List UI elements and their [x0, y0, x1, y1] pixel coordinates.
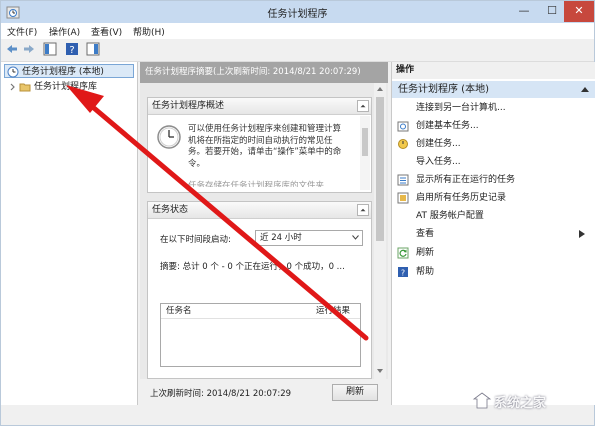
period-select[interactable]: 近 24 小时	[255, 230, 363, 246]
action-at-service-config[interactable]: AT 服务帐户配置	[392, 208, 595, 224]
overview-scrollbar[interactable]	[360, 116, 370, 190]
action-label: 连接到另一台计算机...	[416, 103, 506, 113]
action-label: 帮助	[416, 267, 435, 277]
action-create-basic-task[interactable]: 创建基本任务...	[392, 118, 595, 134]
collapse-up-icon[interactable]	[357, 204, 369, 216]
action-enable-task-history[interactable]: 启用所有任务历史记录	[392, 190, 595, 206]
overview-title-text: 任务计划程序概述	[152, 101, 225, 111]
collapse-up-icon[interactable]	[357, 100, 369, 112]
actions-group-label: 任务计划程序 (本地)	[398, 84, 489, 95]
scroll-down-icon[interactable]	[377, 369, 383, 374]
menu-file[interactable]: 文件(F)	[7, 25, 37, 38]
tree-item-task-library[interactable]: 任务计划程序库	[4, 80, 134, 94]
refresh-button[interactable]: 刷新	[332, 384, 378, 401]
maximize-button[interactable]: ☐	[538, 1, 566, 22]
show-hide-tree-icon[interactable]	[43, 42, 57, 56]
task-status-section-title[interactable]: 任务状态	[148, 202, 371, 219]
summary-footer: 上次刷新时间: 2014/8/21 20:07:29 刷新	[140, 379, 388, 405]
column-task-name[interactable]: 任务名	[166, 304, 192, 318]
action-label: 启用所有任务历史记录	[416, 193, 507, 203]
tree-item-label: 任务计划程序库	[34, 82, 98, 92]
summary-pane: 任务计划程序摘要(上次刷新时间: 2014/8/21 20:07:29) 任务计…	[140, 62, 388, 405]
actions-group-task-scheduler[interactable]: 任务计划程序 (本地)	[392, 81, 595, 98]
back-arrow-icon[interactable]	[5, 42, 19, 56]
clock-icon	[7, 66, 19, 78]
action-label: 创建任务...	[416, 139, 461, 149]
action-view[interactable]: 查看	[392, 226, 595, 242]
chevron-right-icon[interactable]	[9, 81, 16, 93]
table-header: 任务名 运行结果	[161, 304, 360, 319]
svg-text:?: ?	[401, 269, 405, 278]
action-label: 创建基本任务...	[416, 121, 479, 131]
menu-action[interactable]: 操作(A)	[49, 25, 80, 38]
close-button[interactable]: ✕	[564, 1, 594, 22]
tree-item-label: 任务计划程序 (本地)	[22, 67, 104, 77]
basic-task-icon	[397, 121, 409, 132]
clock-large-icon	[157, 125, 181, 149]
menu-bar: 文件(F) 操作(A) 查看(V) 帮助(H)	[1, 23, 594, 39]
title-bar: 任务计划程序 — ☐ ✕	[1, 1, 594, 23]
summary-header: 任务计划程序摘要(上次刷新时间: 2014/8/21 20:07:29)	[140, 62, 388, 83]
overview-section-title[interactable]: 任务计划程序概述	[148, 98, 371, 115]
summary-scroll-thumb[interactable]	[376, 97, 384, 241]
action-import-task[interactable]: 导入任务...	[392, 154, 595, 170]
collapse-up-icon[interactable]	[581, 86, 589, 92]
action-label: AT 服务帐户配置	[416, 211, 484, 221]
overview-scroll-thumb[interactable]	[362, 128, 368, 156]
task-scheduler-window: 任务计划程序 — ☐ ✕ 文件(F) 操作(A) 查看(V) 帮助(H) ? 任…	[0, 0, 595, 426]
show-hide-action-pane-icon[interactable]	[86, 42, 100, 56]
period-label: 在以下时间段启动:	[160, 235, 231, 245]
last-refresh-text: 上次刷新时间: 2014/8/21 20:07:29	[150, 389, 292, 399]
action-label: 显示所有正在运行的任务	[416, 175, 516, 185]
minimize-button[interactable]: —	[510, 1, 538, 22]
actions-pane: 操作 任务计划程序 (本地) 连接到另一台计算机... 创建基本任务... 创建…	[391, 62, 595, 405]
history-icon	[397, 192, 409, 204]
svg-text:?: ?	[69, 45, 74, 56]
task-status-title-text: 任务状态	[152, 205, 189, 215]
menu-help[interactable]: 帮助(H)	[133, 25, 165, 38]
navigation-tree: 任务计划程序 (本地) 任务计划程序库	[1, 62, 138, 405]
submenu-arrow-icon	[579, 230, 585, 238]
chevron-down-icon	[352, 235, 359, 240]
forward-arrow-icon[interactable]	[22, 42, 36, 56]
overview-description: 可以使用任务计划程序来创建和管理计算机将在所指定的时间自动执行的常见任务。若要开…	[188, 124, 342, 169]
action-show-running-tasks[interactable]: 显示所有正在运行的任务	[392, 172, 595, 188]
overview-section: 任务计划程序概述 可以使用任务计划程序来创建和管理计算机将在所指定的时间自动执行…	[147, 97, 372, 193]
task-status-table: 任务名 运行结果	[160, 303, 361, 367]
refresh-icon	[397, 247, 409, 259]
action-create-task[interactable]: 创建任务...	[392, 136, 595, 152]
watermark-logo-icon	[472, 392, 492, 409]
action-label: 导入任务...	[416, 157, 461, 167]
menu-view[interactable]: 查看(V)	[91, 25, 122, 38]
summary-scrollbar[interactable]	[374, 83, 386, 379]
help-icon: ?	[398, 267, 408, 278]
summary-body: 任务计划程序概述 可以使用任务计划程序来创建和管理计算机将在所指定的时间自动执行…	[140, 83, 388, 379]
action-help[interactable]: ? 帮助	[392, 264, 595, 280]
actions-header: 操作	[392, 62, 595, 79]
watermark-text: 系统之家	[494, 396, 547, 411]
scroll-up-icon[interactable]	[377, 86, 383, 91]
watermark: 系统之家	[468, 382, 593, 422]
toolbar: ?	[1, 39, 594, 62]
window-title: 任务计划程序	[267, 9, 328, 20]
create-task-icon	[398, 139, 408, 149]
column-run-result[interactable]: 运行结果	[316, 304, 350, 318]
running-tasks-icon	[397, 174, 409, 186]
action-label: 刷新	[416, 248, 435, 258]
tree-item-task-scheduler-local[interactable]: 任务计划程序 (本地)	[4, 64, 134, 78]
help-icon[interactable]: ?	[65, 42, 79, 56]
action-connect-computer[interactable]: 连接到另一台计算机...	[392, 100, 595, 116]
action-refresh[interactable]: 刷新	[392, 245, 595, 261]
action-label: 查看	[416, 229, 435, 239]
period-select-value: 近 24 小时	[260, 233, 302, 243]
overview-description-cut: 任务存储在任务计划程序库的文件夹	[188, 181, 325, 187]
folder-icon	[19, 83, 31, 92]
task-status-section: 任务状态 在以下时间段启动: 近 24 小时 摘要: 总计 0 个 - 0 个正…	[147, 201, 372, 379]
task-status-summary: 摘要: 总计 0 个 - 0 个正在运行，0 个成功，0 ...	[160, 262, 345, 272]
